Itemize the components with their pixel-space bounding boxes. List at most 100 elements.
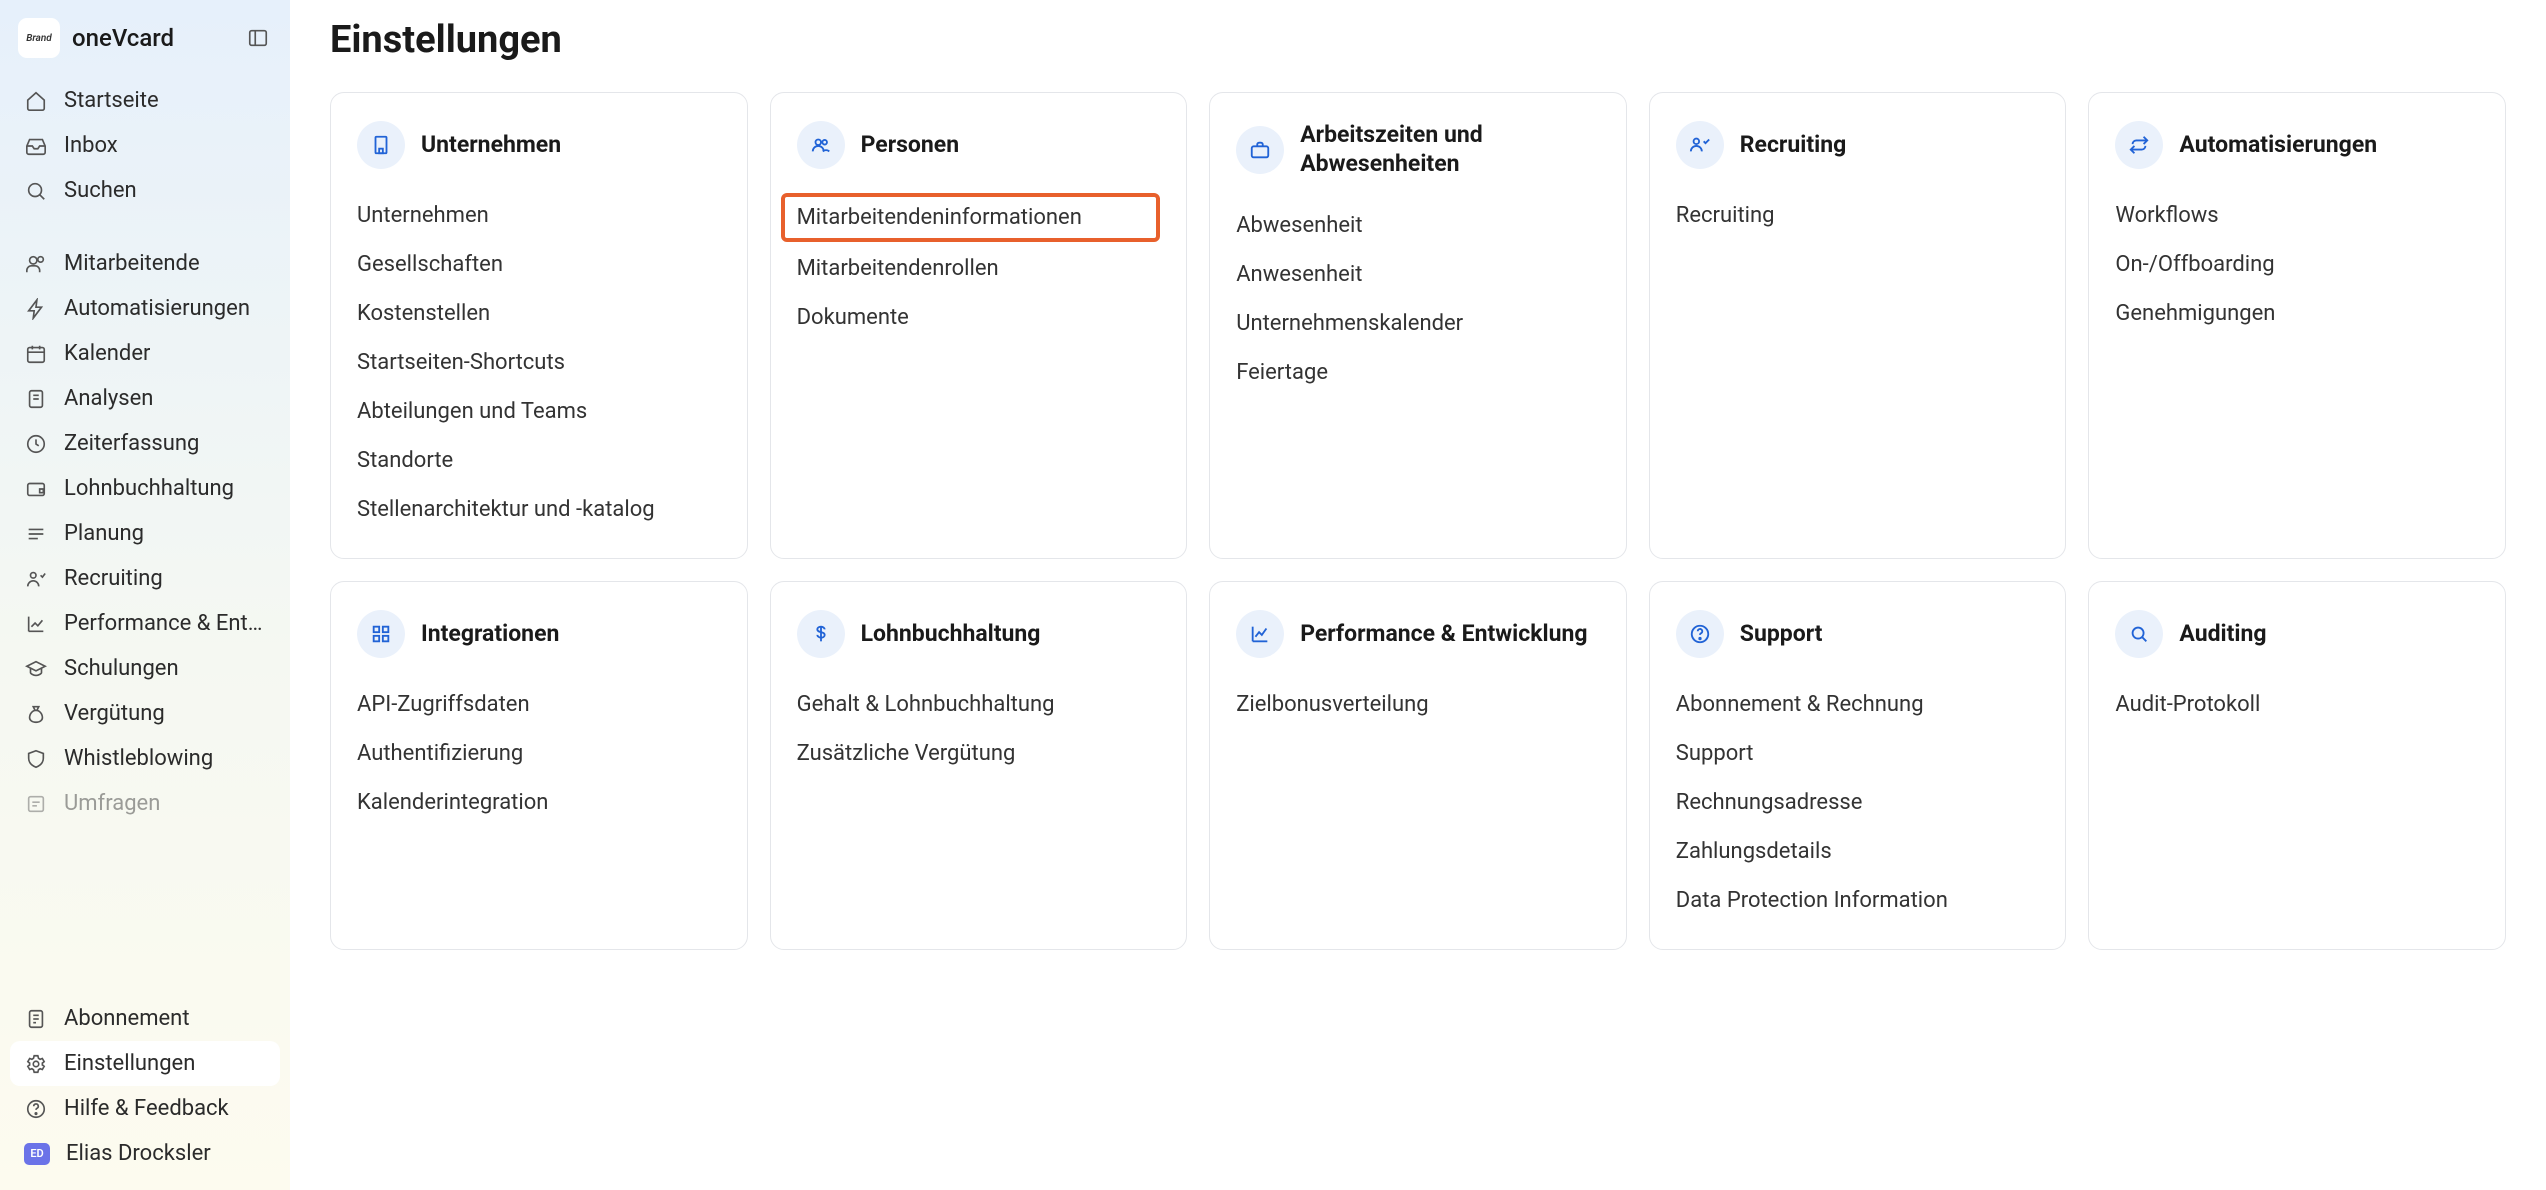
- sidebar-item-recruiting[interactable]: Recruiting: [10, 556, 280, 601]
- sidebar-item-label: Recruiting: [64, 566, 163, 591]
- settings-link[interactable]: Anwesenheit: [1222, 252, 1600, 297]
- survey-icon: [24, 792, 48, 816]
- sidebar-item-performance[interactable]: Performance & Entwi…: [10, 601, 280, 646]
- sidebar-item-analyses[interactable]: Analysen: [10, 376, 280, 421]
- settings-link[interactable]: On-/Offboarding: [2101, 242, 2479, 287]
- card-title: Auditing: [2179, 620, 2266, 649]
- sidebar-item-home[interactable]: Startseite: [10, 78, 280, 123]
- sidebar-item-search[interactable]: Suchen: [10, 168, 280, 213]
- settings-link[interactable]: Mitarbeitendenrollen: [783, 246, 1161, 291]
- settings-link[interactable]: Gehalt & Lohnbuchhaltung: [783, 682, 1161, 727]
- magnify-icon: [2115, 610, 2163, 658]
- sidebar-collapse-button[interactable]: [242, 22, 274, 54]
- settings-link[interactable]: Zielbonusverteilung: [1222, 682, 1600, 727]
- sidebar-item-label: Abonnement: [64, 1006, 190, 1031]
- sidebar-item-planning[interactable]: Planung: [10, 511, 280, 556]
- settings-link[interactable]: API-Zugriffsdaten: [343, 682, 721, 727]
- sidebar-item-whistleblowing[interactable]: Whistleblowing: [10, 736, 280, 781]
- settings-link[interactable]: Support: [1662, 731, 2040, 776]
- settings-link[interactable]: Standorte: [343, 438, 721, 483]
- sidebar-item-surveys[interactable]: Umfragen: [10, 781, 280, 826]
- sidebar-item-label: Startseite: [64, 88, 159, 113]
- sidebar-item-label: Zeiterfassung: [64, 431, 199, 456]
- settings-link[interactable]: Gesellschaften: [343, 242, 721, 287]
- main-content: Einstellungen UnternehmenUnternehmenGese…: [290, 0, 2546, 1190]
- settings-link[interactable]: Stellenarchitektur und -katalog: [343, 487, 721, 532]
- settings-card-automations: AutomatisierungenWorkflowsOn-/Offboardin…: [2088, 92, 2506, 559]
- search-icon: [24, 179, 48, 203]
- settings-link[interactable]: Authentifizierung: [343, 731, 721, 776]
- card-title: Unternehmen: [421, 131, 561, 160]
- briefcase-icon: [1236, 126, 1284, 174]
- sidebar-item-payroll[interactable]: Lohnbuchhaltung: [10, 466, 280, 511]
- card-title: Arbeitszeiten und Abwesenheiten: [1300, 121, 1600, 179]
- sidebar-item-user[interactable]: ED Elias Drocksler: [10, 1131, 280, 1176]
- card-links: API-ZugriffsdatenAuthentifizierungKalend…: [357, 682, 721, 825]
- brand-name: oneVcard: [72, 24, 242, 52]
- settings-link[interactable]: Mitarbeitendeninformationen: [781, 193, 1161, 242]
- settings-link[interactable]: Genehmigungen: [2101, 291, 2479, 336]
- calendar-icon: [24, 342, 48, 366]
- settings-link[interactable]: Abwesenheit: [1222, 203, 1600, 248]
- sidebar-item-settings[interactable]: Einstellungen: [10, 1041, 280, 1086]
- panel-icon: [247, 27, 269, 49]
- chart-icon: [24, 612, 48, 636]
- card-title: Support: [1740, 620, 1823, 649]
- settings-link[interactable]: Abteilungen und Teams: [343, 389, 721, 434]
- card-links: Abonnement & RechnungSupportRechnungsadr…: [1676, 682, 2040, 923]
- settings-link[interactable]: Recruiting: [1662, 193, 2040, 238]
- sidebar-item-label: Schulungen: [64, 656, 179, 681]
- sidebar-item-help[interactable]: Hilfe & Feedback: [10, 1086, 280, 1131]
- sidebar-item-trainings[interactable]: Schulungen: [10, 646, 280, 691]
- card-title: Lohnbuchhaltung: [861, 620, 1041, 649]
- settings-link[interactable]: Workflows: [2101, 193, 2479, 238]
- card-header: Recruiting: [1676, 121, 2040, 169]
- settings-card-support: SupportAbonnement & RechnungSupportRechn…: [1649, 581, 2067, 950]
- settings-link[interactable]: Dokumente: [783, 295, 1161, 340]
- card-title: Personen: [861, 131, 960, 160]
- settings-link[interactable]: Feiertage: [1222, 350, 1600, 395]
- card-links: WorkflowsOn-/OffboardingGenehmigungen: [2115, 193, 2479, 336]
- money-bag-icon: [24, 702, 48, 726]
- settings-card-auditing: Auditing Audit-Protokoll: [2088, 581, 2506, 950]
- settings-link[interactable]: Rechnungsadresse: [1662, 780, 2040, 825]
- sidebar-item-label: Kalender: [64, 341, 150, 366]
- sidebar-item-label: Inbox: [64, 133, 118, 158]
- card-header: Unternehmen: [357, 121, 721, 169]
- loop-icon: [2115, 121, 2163, 169]
- settings-link[interactable]: Zahlungsdetails: [1662, 829, 2040, 874]
- settings-link[interactable]: Audit-Protokoll: [2101, 682, 2479, 727]
- settings-link[interactable]: Unternehmenskalender: [1222, 301, 1600, 346]
- card-links: Audit-Protokoll: [2115, 682, 2479, 727]
- card-links: UnternehmenGesellschaftenKostenstellenSt…: [357, 193, 721, 532]
- settings-card-integrations: Integrationen API-ZugriffsdatenAuthentifi…: [330, 581, 748, 950]
- bolt-icon: [24, 297, 48, 321]
- card-header: Personen: [797, 121, 1161, 169]
- settings-link[interactable]: Kostenstellen: [343, 291, 721, 336]
- question-icon: [1676, 610, 1724, 658]
- list-icon: [24, 522, 48, 546]
- sidebar-item-label: Einstellungen: [64, 1051, 195, 1076]
- sidebar-item-inbox[interactable]: Inbox: [10, 123, 280, 168]
- settings-link[interactable]: Zusätzliche Vergütung: [783, 731, 1161, 776]
- sidebar: Brand oneVcard Startseite Inbox Suchen M…: [0, 0, 290, 1190]
- settings-link[interactable]: Startseiten-Shortcuts: [343, 340, 721, 385]
- settings-link[interactable]: Unternehmen: [343, 193, 721, 238]
- card-links: AbwesenheitAnwesenheitUnternehmenskalend…: [1236, 203, 1600, 395]
- settings-link[interactable]: Kalenderintegration: [343, 780, 721, 825]
- sidebar-item-compensation[interactable]: Vergütung: [10, 691, 280, 736]
- sidebar-item-calendar[interactable]: Kalender: [10, 331, 280, 376]
- settings-card-attendance: Arbeitszeiten und Abwesenheiten Abwesenhe…: [1209, 92, 1627, 559]
- card-header: Arbeitszeiten und Abwesenheiten: [1236, 121, 1600, 179]
- card-header: Auditing: [2115, 610, 2479, 658]
- sidebar-item-subscription[interactable]: Abonnement: [10, 996, 280, 1041]
- settings-card-company: UnternehmenUnternehmenGesellschaftenKost…: [330, 92, 748, 559]
- card-header: Integrationen: [357, 610, 721, 658]
- gear-icon: [24, 1052, 48, 1076]
- settings-link[interactable]: Data Protection Information: [1662, 878, 2040, 923]
- sidebar-item-employees[interactable]: Mitarbeitende: [10, 241, 280, 286]
- settings-link[interactable]: Abonnement & Rechnung: [1662, 682, 2040, 727]
- settings-card-people: Personen MitarbeitendeninformationenMitar…: [770, 92, 1188, 559]
- sidebar-item-automations[interactable]: Automatisierungen: [10, 286, 280, 331]
- sidebar-item-time[interactable]: Zeiterfassung: [10, 421, 280, 466]
